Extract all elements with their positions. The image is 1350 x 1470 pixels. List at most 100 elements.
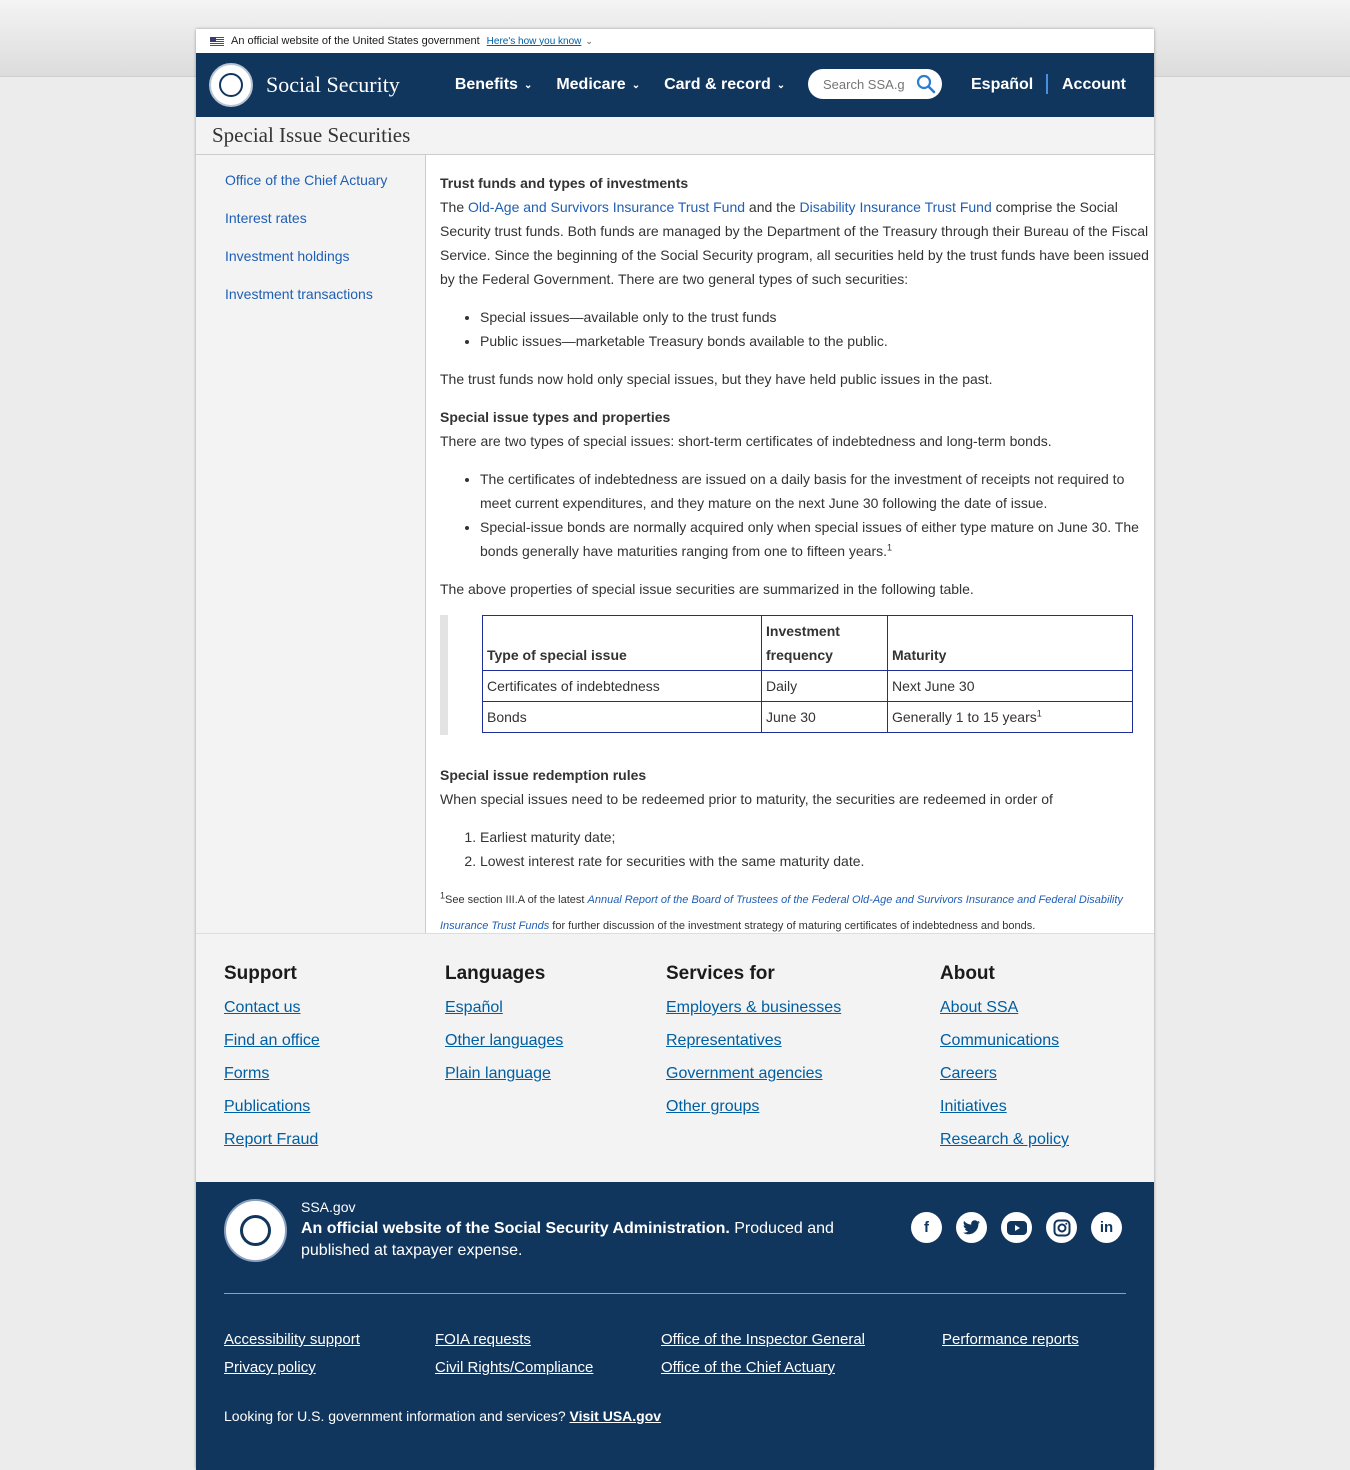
footer-link[interactable]: Careers xyxy=(940,1065,1069,1098)
footer-site-name: SSA.gov xyxy=(301,1199,356,1215)
table-scroll-bar xyxy=(440,615,448,735)
text: for further discussion of the investment… xyxy=(549,920,1036,932)
footer-link[interactable]: Communications xyxy=(940,1032,1069,1065)
footer-heading: Services for xyxy=(666,963,775,984)
list-item: Earliest maturity date; xyxy=(480,825,1150,849)
footer-link[interactable]: Research & policy xyxy=(940,1131,1069,1164)
chevron-down-icon[interactable]: ⌄ xyxy=(585,36,593,47)
footer-link[interactable]: Find an office xyxy=(224,1032,320,1065)
footer-link[interactable]: Representatives xyxy=(666,1032,841,1065)
footer-identity: SSA.gov An official website of the Socia… xyxy=(196,1182,1154,1470)
footer-bottom-link[interactable]: FOIA requests xyxy=(435,1331,531,1348)
page-container: An official website of the United States… xyxy=(196,29,1154,1470)
section-heading: Special issue types and properties xyxy=(440,409,671,425)
list-item: Lowest interest rate for securities with… xyxy=(480,849,1150,873)
sidebar-item-chief-actuary[interactable]: Office of the Chief Actuary xyxy=(225,172,425,210)
linkedin-icon[interactable]: in xyxy=(1091,1212,1122,1243)
ssa-seal-logo xyxy=(224,1199,287,1262)
paragraph: The above properties of special issue se… xyxy=(440,581,974,597)
footer-bottom-link[interactable]: Privacy policy xyxy=(224,1359,316,1376)
table-header: Investment frequency xyxy=(761,615,888,671)
footer-link[interactable]: Government agencies xyxy=(666,1065,841,1098)
account-link[interactable]: Account xyxy=(1062,76,1126,94)
ssa-seal-logo[interactable] xyxy=(209,63,253,107)
sidebar-item-investment-holdings[interactable]: Investment holdings xyxy=(225,248,425,286)
list-item: Public issues—marketable Treasury bonds … xyxy=(480,329,1150,353)
instagram-icon[interactable] xyxy=(1046,1212,1077,1243)
footer-official-text: An official website of the Social Securi… xyxy=(301,1218,861,1262)
site-header: Social Security Benefits ⌄ Medicare ⌄ Card… xyxy=(196,53,1154,117)
paragraph: When special issues need to be redeemed … xyxy=(440,791,1053,807)
table-row: Bonds June 30 Generally 1 to 15 years1 xyxy=(482,701,1133,733)
text: Generally 1 to 15 years xyxy=(892,709,1037,725)
nav-benefits-label: Benefits xyxy=(454,76,518,93)
nav-card-record-label: Card & record xyxy=(664,76,771,93)
footer-link[interactable]: Plain language xyxy=(445,1065,563,1098)
brand-name[interactable]: Social Security xyxy=(266,72,400,98)
youtube-icon[interactable] xyxy=(1001,1212,1032,1243)
di-trust-fund-link[interactable]: Disability Insurance Trust Fund xyxy=(800,199,992,215)
footer-link[interactable]: Publications xyxy=(224,1098,320,1131)
sidebar-item-interest-rates[interactable]: Interest rates xyxy=(225,210,425,248)
table-cell: Next June 30 xyxy=(887,670,1133,702)
footer-heading: Support xyxy=(224,963,297,984)
table-cell: June 30 xyxy=(761,701,888,733)
table-header: Maturity xyxy=(887,615,1133,671)
search-input[interactable] xyxy=(821,75,907,93)
footer-link[interactable]: Other groups xyxy=(666,1098,841,1131)
footer-link[interactable]: About SSA xyxy=(940,999,1069,1032)
paragraph: There are two types of special issues: s… xyxy=(440,433,1052,449)
how-you-know-link[interactable]: Here's how you know xyxy=(487,36,582,47)
footnote-ref: 1 xyxy=(1036,708,1042,719)
table-container: Type of special issue Investment frequen… xyxy=(440,615,1150,735)
footer-link[interactable]: Report Fraud xyxy=(224,1131,320,1164)
chevron-down-icon: ⌄ xyxy=(776,79,786,91)
table-header-row: Type of special issue Investment frequen… xyxy=(482,615,1133,671)
main-content: Trust funds and types of investments The… xyxy=(426,155,1154,933)
section-heading: Trust funds and types of investments xyxy=(440,175,689,191)
gov-banner-text: An official website of the United States… xyxy=(231,35,480,47)
list-item: Special issues—available only to the tru… xyxy=(480,305,1150,329)
text: Special-issue bonds are normally acquire… xyxy=(480,519,1139,559)
nav-benefits[interactable]: Benefits ⌄ xyxy=(455,76,533,94)
footer-col-about: About About SSA Communications Careers I… xyxy=(940,963,1069,1164)
footer-bottom-link[interactable]: Office of the Inspector General xyxy=(661,1331,865,1348)
paragraph: The Old-Age and Survivors Insurance Trus… xyxy=(440,195,1150,291)
sidebar-item-investment-transactions[interactable]: Investment transactions xyxy=(225,286,425,324)
nav-medicare[interactable]: Medicare ⌄ xyxy=(556,76,640,94)
table-cell: Generally 1 to 15 years1 xyxy=(887,701,1133,733)
footer-link[interactable]: Initiatives xyxy=(940,1098,1069,1131)
table-header: Type of special issue xyxy=(482,615,762,671)
footer-link[interactable]: Español xyxy=(445,999,563,1032)
text: See section III.A of the latest xyxy=(445,894,588,906)
footer-link[interactable]: Other languages xyxy=(445,1032,563,1065)
usa-gov-text: Looking for U.S. government information … xyxy=(224,1408,661,1424)
nav-medicare-label: Medicare xyxy=(556,76,626,93)
nav-card-record[interactable]: Card & record ⌄ xyxy=(664,76,785,94)
visit-usa-gov-link[interactable]: Visit USA.gov xyxy=(570,1408,662,1424)
footer-link[interactable]: Contact us xyxy=(224,999,320,1032)
special-issues-list: The certificates of indebtedness are iss… xyxy=(440,467,1150,563)
page-title: Special Issue Securities xyxy=(196,117,1154,155)
facebook-icon[interactable]: f xyxy=(911,1212,942,1243)
search-icon[interactable] xyxy=(916,74,936,94)
footer-col-support: Support Contact us Find an office Forms … xyxy=(224,963,320,1164)
espanol-link[interactable]: Español xyxy=(971,76,1033,94)
footer-bottom-link[interactable]: Accessibility support xyxy=(224,1331,360,1348)
footer-link[interactable]: Forms xyxy=(224,1065,320,1098)
text: Looking for U.S. government information … xyxy=(224,1408,570,1424)
footer-bottom-link[interactable]: Office of the Chief Actuary xyxy=(661,1359,835,1376)
footer-bottom-link[interactable]: Civil Rights/Compliance xyxy=(435,1359,593,1376)
oasi-trust-fund-link[interactable]: Old-Age and Survivors Insurance Trust Fu… xyxy=(468,199,745,215)
footer-links: Support Contact us Find an office Forms … xyxy=(196,933,1154,1182)
chevron-down-icon: ⌄ xyxy=(631,79,641,91)
securities-table: Type of special issue Investment frequen… xyxy=(482,615,1133,733)
footer-col-services: Services for Employers & businesses Repr… xyxy=(666,963,841,1131)
us-flag-icon xyxy=(210,36,224,46)
footer-bottom-link[interactable]: Performance reports xyxy=(942,1331,1079,1348)
footer-link[interactable]: Employers & businesses xyxy=(666,999,841,1032)
footer-col-languages: Languages Español Other languages Plain … xyxy=(445,963,563,1098)
list-item: Special-issue bonds are normally acquire… xyxy=(480,515,1150,563)
table-cell: Daily xyxy=(761,670,888,702)
twitter-icon[interactable] xyxy=(956,1212,987,1243)
